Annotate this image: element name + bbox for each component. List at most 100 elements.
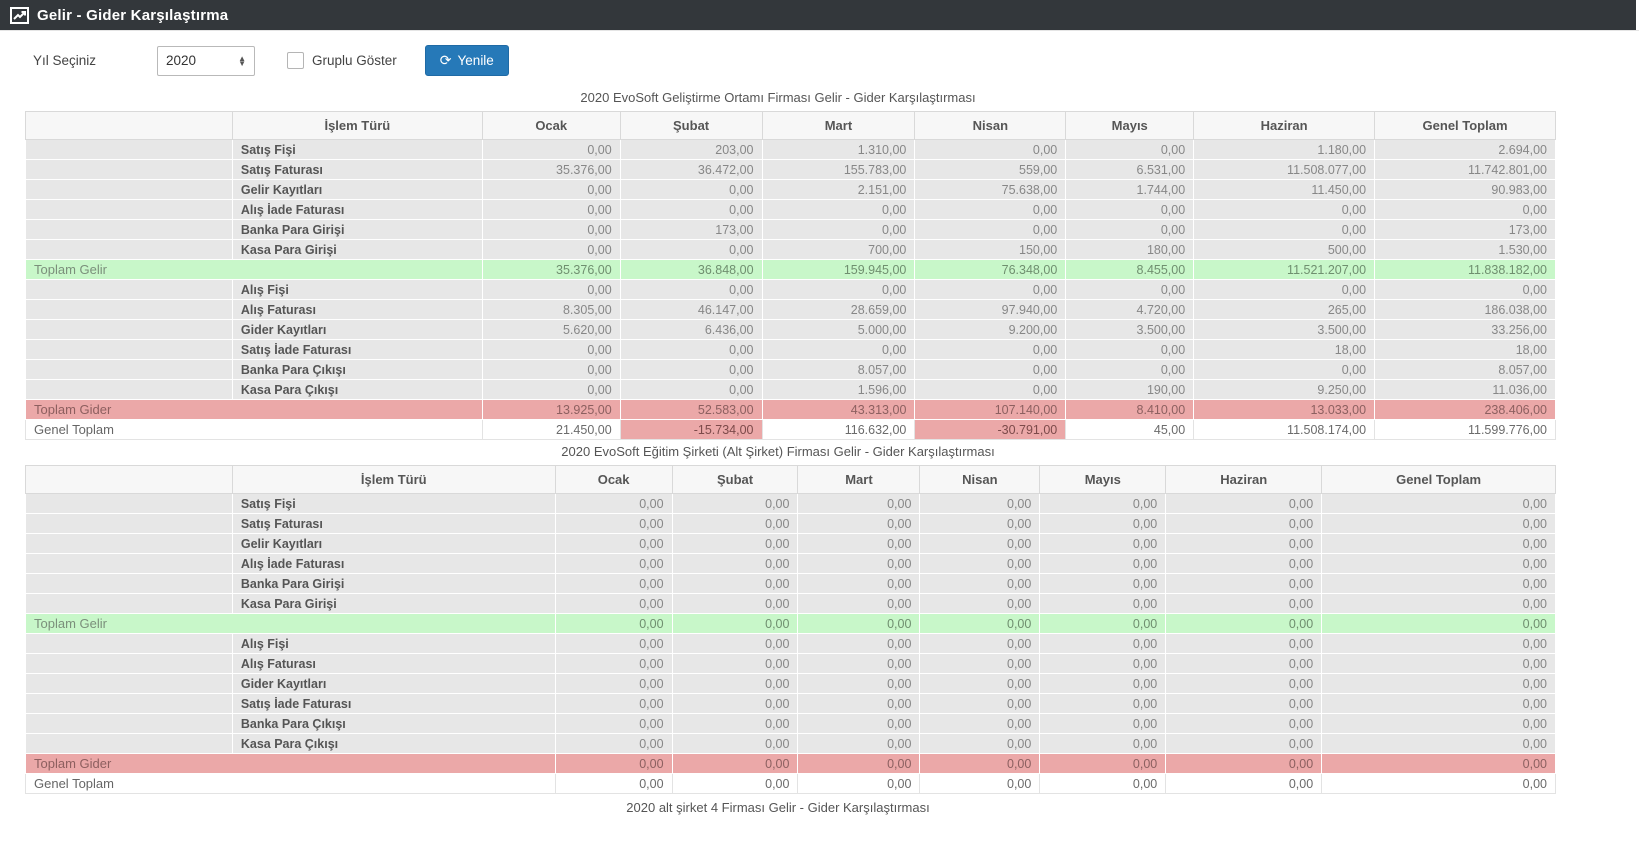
group-checkbox[interactable] <box>287 52 304 69</box>
row-label: Alış Faturası <box>232 300 482 320</box>
table-row: Satış Fişi0,000,000,000,000,000,000,00 <box>26 494 1556 514</box>
table-cell: 3.500,00 <box>1194 320 1375 340</box>
table-cell: 0,00 <box>1322 494 1556 514</box>
table-row: Satış İade Faturası0,000,000,000,000,000… <box>26 694 1556 714</box>
table-row: Banka Para Çıkışı0,000,008.057,000,000,0… <box>26 360 1556 380</box>
table-cell: 0,00 <box>1040 494 1166 514</box>
table-cell: 0,00 <box>915 200 1066 220</box>
table-cell: 0,00 <box>1040 534 1166 554</box>
table-cell: 11.838.182,00 <box>1375 260 1556 280</box>
total-row-label: Genel Toplam <box>26 774 556 794</box>
column-header: Haziran <box>1166 466 1322 494</box>
row-label: Satış İade Faturası <box>232 340 482 360</box>
table-cell: 0,00 <box>920 554 1040 574</box>
table-cell: 0,00 <box>482 240 620 260</box>
table-cell: 36.848,00 <box>620 260 762 280</box>
table-cell: 0,00 <box>798 574 920 594</box>
table-cell: 0,00 <box>1194 360 1375 380</box>
table-cell: 0,00 <box>555 694 672 714</box>
table-cell: 0,00 <box>620 240 762 260</box>
table-cell: 0,00 <box>555 634 672 654</box>
table-cell: 0,00 <box>672 714 798 734</box>
row-label: Banka Para Çıkışı <box>232 360 482 380</box>
column-header: Şubat <box>672 466 798 494</box>
table-cell: 0,00 <box>672 494 798 514</box>
year-select[interactable]: 2020 ▲▼ <box>157 46 255 76</box>
table-cell: 0,00 <box>1322 654 1556 674</box>
comparison-table-1: İşlem TürüOcakŞubatMartNisanMayısHaziran… <box>25 111 1556 440</box>
refresh-button[interactable]: ⟳ Yenile <box>425 45 509 76</box>
table-cell: 8.410,00 <box>1066 400 1194 420</box>
table-cell: 8.455,00 <box>1066 260 1194 280</box>
grand-row: Genel Toplam0,000,000,000,000,000,000,00 <box>26 774 1556 794</box>
row-label: Alış Fişi <box>232 634 555 654</box>
table-row: Satış Faturası35.376,0036.472,00155.783,… <box>26 160 1556 180</box>
row-label: Satış İade Faturası <box>232 694 555 714</box>
empty-cell <box>26 494 233 514</box>
table-cell: 0,00 <box>1066 140 1194 160</box>
year-select-label: Yıl Seçiniz <box>33 53 157 68</box>
empty-cell <box>26 634 233 654</box>
table-row: Alış Faturası0,000,000,000,000,000,000,0… <box>26 654 1556 674</box>
table-cell: 5.620,00 <box>482 320 620 340</box>
table-cell: 0,00 <box>555 514 672 534</box>
table-cell: 0,00 <box>920 534 1040 554</box>
line-chart-icon <box>10 7 29 24</box>
table-cell: 3.500,00 <box>1066 320 1194 340</box>
table-cell: 0,00 <box>1040 634 1166 654</box>
table-cell: 5.000,00 <box>762 320 915 340</box>
table-cell: 116.632,00 <box>762 420 915 440</box>
total-expense-row: Toplam Gider0,000,000,000,000,000,000,00 <box>26 754 1556 774</box>
total-income-row: Toplam Gelir35.376,0036.848,00159.945,00… <box>26 260 1556 280</box>
table-row: Banka Para Girişi0,000,000,000,000,000,0… <box>26 574 1556 594</box>
table-cell: 0,00 <box>672 654 798 674</box>
table-cell: 0,00 <box>672 574 798 594</box>
table-cell: 9.250,00 <box>1194 380 1375 400</box>
table-cell: 0,00 <box>915 360 1066 380</box>
table-cell: 0,00 <box>672 614 798 634</box>
row-label: Banka Para Girişi <box>232 220 482 240</box>
empty-header-cell <box>26 112 233 140</box>
table-cell: 35.376,00 <box>482 260 620 280</box>
table-cell: 11.508.077,00 <box>1194 160 1375 180</box>
table-cell: 0,00 <box>1322 734 1556 754</box>
table-row: Alış Faturası8.305,0046.147,0028.659,009… <box>26 300 1556 320</box>
table-cell: 0,00 <box>1166 714 1322 734</box>
table-cell: 0,00 <box>620 200 762 220</box>
empty-cell <box>26 160 233 180</box>
total-row-label: Toplam Gider <box>26 400 483 420</box>
table-cell: 0,00 <box>798 674 920 694</box>
total-income-row: Toplam Gelir0,000,000,000,000,000,000,00 <box>26 614 1556 634</box>
row-label: Gider Kayıtları <box>232 320 482 340</box>
refresh-button-label: Yenile <box>458 53 494 68</box>
column-header: Mart <box>798 466 920 494</box>
table-cell: 36.472,00 <box>620 160 762 180</box>
table-cell: 0,00 <box>482 380 620 400</box>
column-header: Genel Toplam <box>1375 112 1556 140</box>
table-cell: 155.783,00 <box>762 160 915 180</box>
table-header-row: İşlem TürüOcakŞubatMartNisanMayısHaziran… <box>26 112 1556 140</box>
table-cell: 11.521.207,00 <box>1194 260 1375 280</box>
table-cell: 0,00 <box>672 594 798 614</box>
table-cell: 0,00 <box>1322 534 1556 554</box>
table-cell: 0,00 <box>1166 594 1322 614</box>
table-cell: 0,00 <box>1322 514 1556 534</box>
table-cell: 0,00 <box>798 494 920 514</box>
row-label: Alış Fişi <box>232 280 482 300</box>
row-label: Gelir Kayıtları <box>232 180 482 200</box>
table-cell: 0,00 <box>798 714 920 734</box>
table-cell: 4.720,00 <box>1066 300 1194 320</box>
table1-caption: 2020 EvoSoft Geliştirme Ortamı Firması G… <box>0 86 1556 111</box>
row-label: Gider Kayıtları <box>232 674 555 694</box>
table-cell: 0,00 <box>798 554 920 574</box>
table-cell: 13.033,00 <box>1194 400 1375 420</box>
table-cell: 0,00 <box>1166 634 1322 654</box>
table-row: Gider Kayıtları0,000,000,000,000,000,000… <box>26 674 1556 694</box>
table-cell: 0,00 <box>798 594 920 614</box>
table-cell: 0,00 <box>672 554 798 574</box>
table-cell: 0,00 <box>1066 280 1194 300</box>
table-cell: 0,00 <box>1194 200 1375 220</box>
row-label: Banka Para Çıkışı <box>232 714 555 734</box>
table-cell: 203,00 <box>620 140 762 160</box>
table-cell: 0,00 <box>482 200 620 220</box>
